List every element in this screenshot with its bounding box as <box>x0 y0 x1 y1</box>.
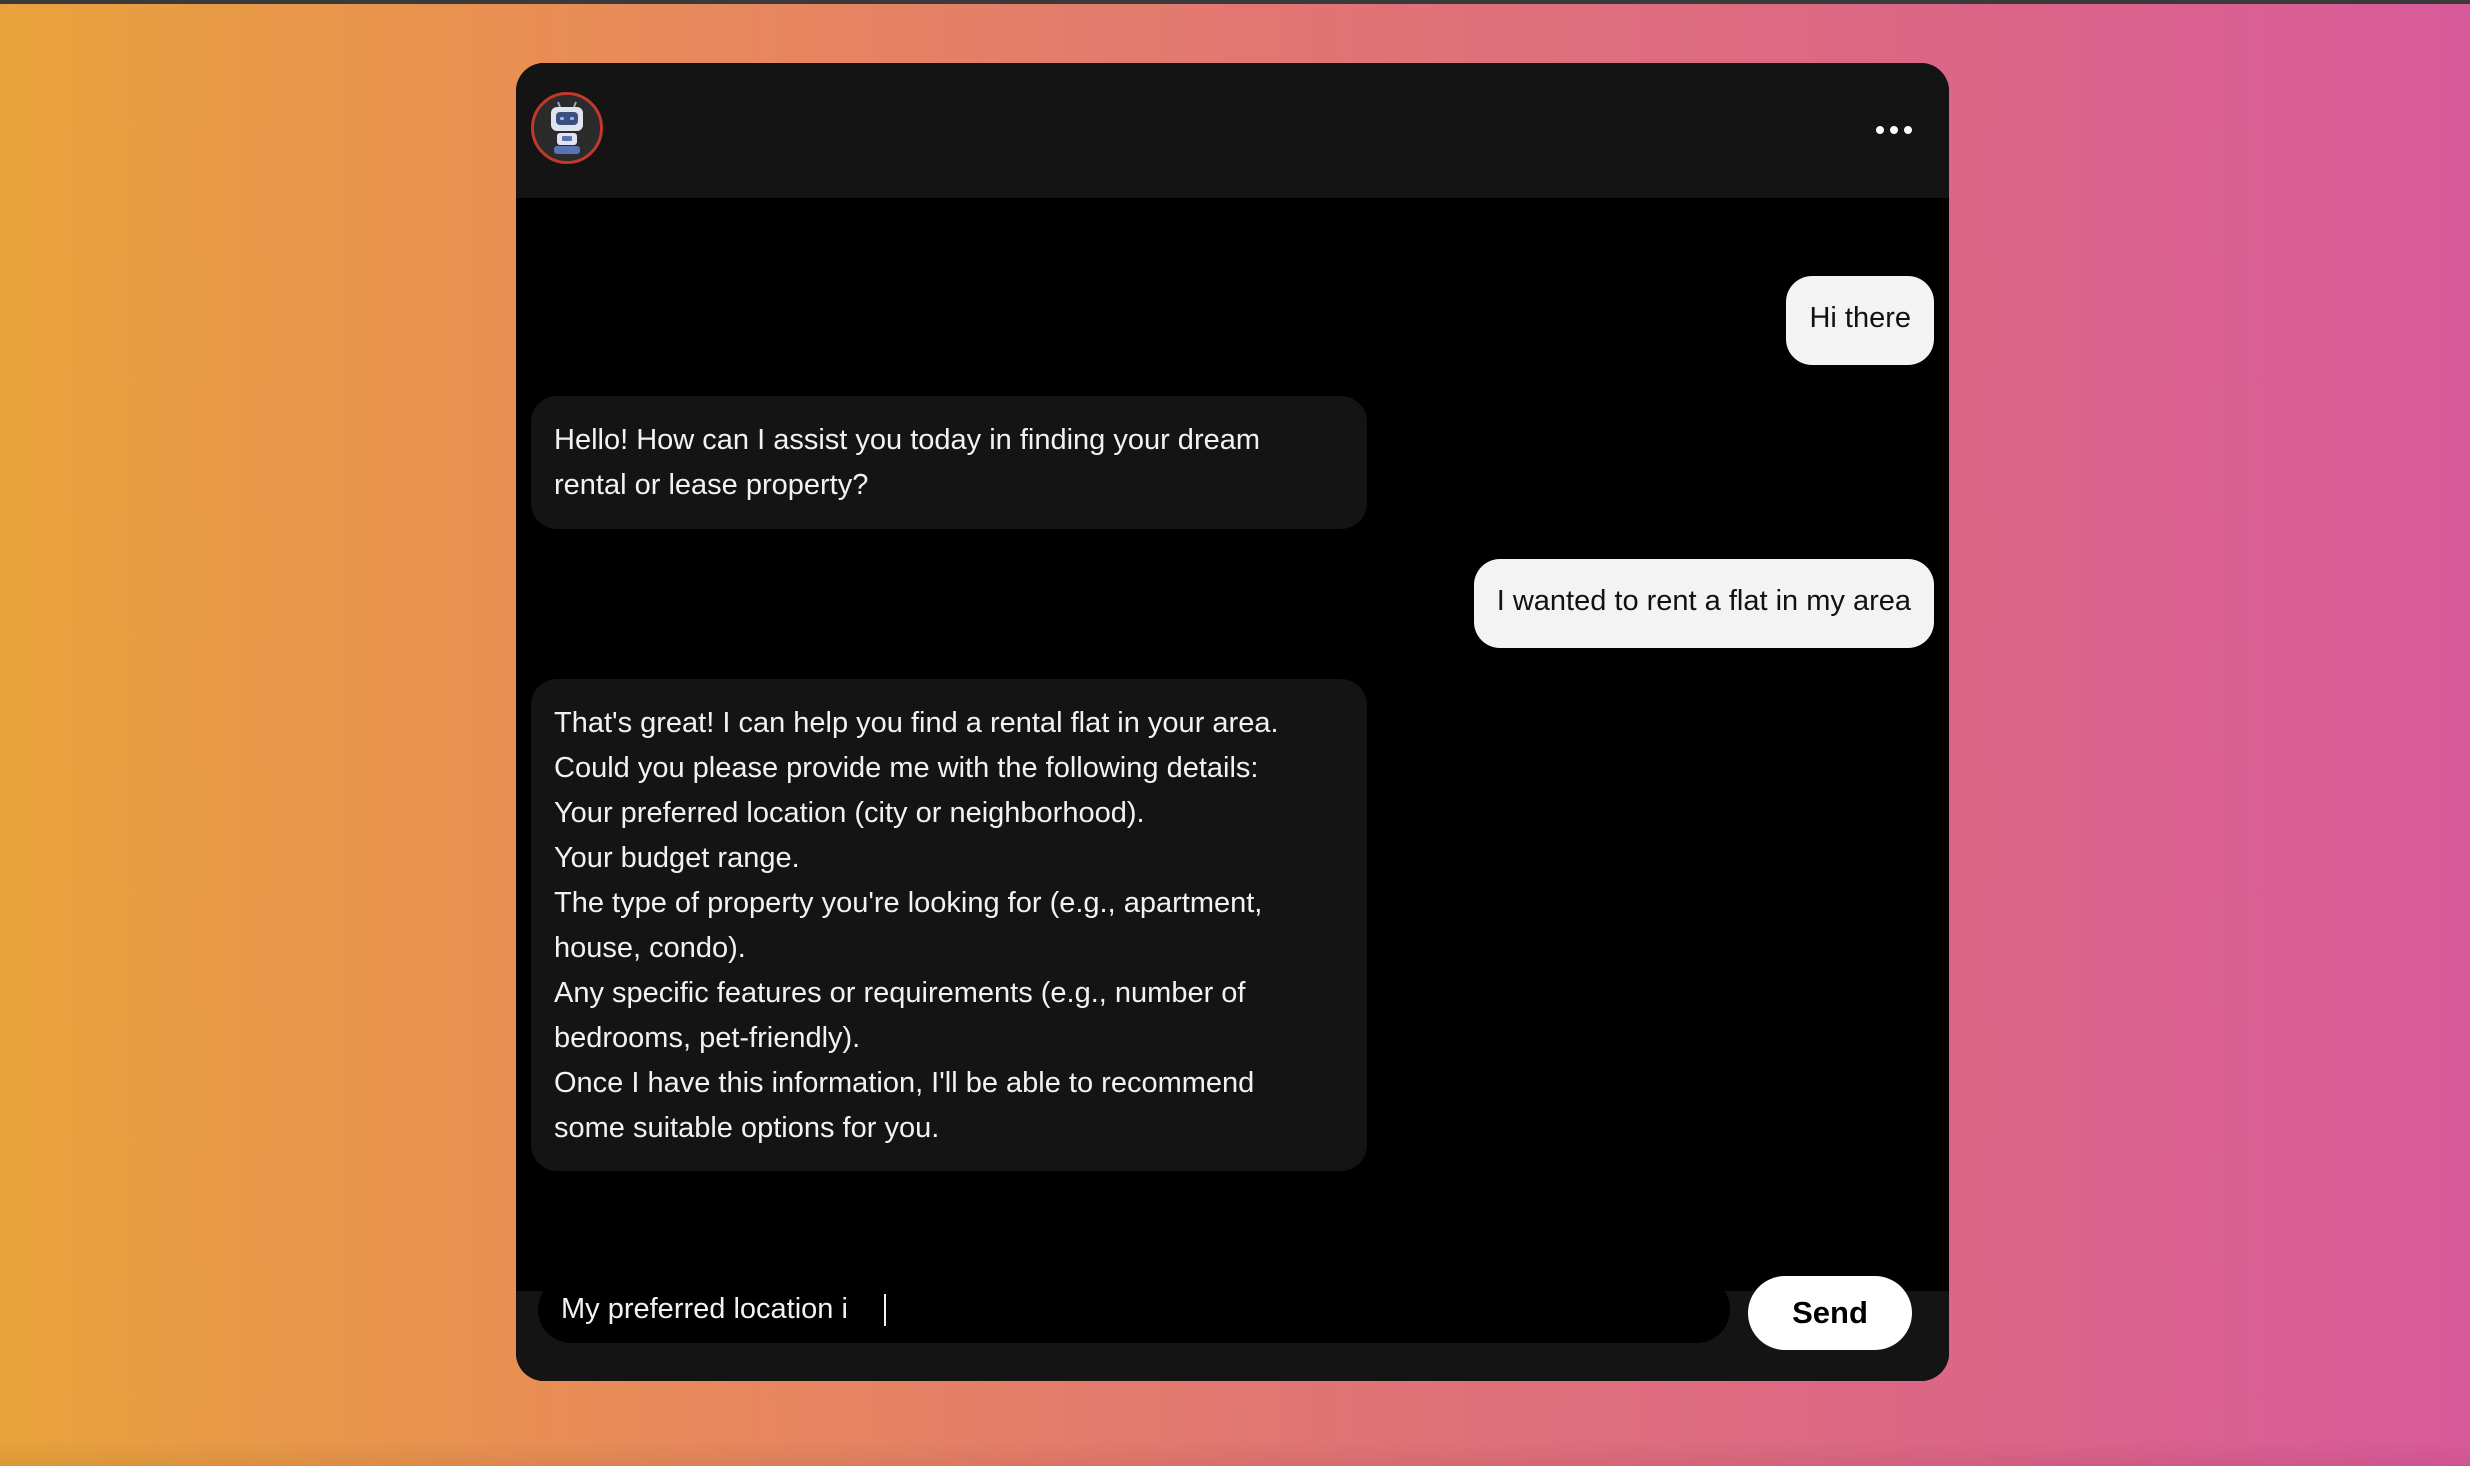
chat-header <box>516 63 1949 198</box>
user-message: Hi there <box>1786 276 1934 365</box>
message-list: Hi there Hello! How can I assist you tod… <box>516 198 1949 1308</box>
robot-icon[interactable] <box>531 92 603 164</box>
bot-message-line: That's great! I can help you find a rent… <box>554 707 1279 739</box>
menu-dot <box>1904 126 1912 134</box>
bot-message-line: Could you please provide me with the fol… <box>554 752 1259 784</box>
bot-message-line: Once I have this information, I'll be ab… <box>554 1067 1255 1099</box>
bot-message: That's great! I can help you find a rent… <box>531 679 1367 1171</box>
bot-message-line: bedrooms, pet-friendly). <box>554 1022 861 1054</box>
chat-window: Hi there Hello! How can I assist you tod… <box>516 63 1949 1381</box>
menu-dot <box>1890 126 1898 134</box>
message-input-container[interactable] <box>538 1276 1730 1343</box>
bot-message: Hello! How can I assist you today in fin… <box>531 396 1367 529</box>
bottom-shade <box>0 1440 2470 1466</box>
bot-message-line: The type of property you're looking for … <box>554 887 1263 919</box>
window-top-edge <box>0 0 2470 4</box>
menu-dot <box>1876 126 1884 134</box>
bot-message-line: Any specific features or requirements (e… <box>554 977 1246 1009</box>
bot-message-line: Your preferred location (city or neighbo… <box>554 797 1145 829</box>
bot-message-line: some suitable options for you. <box>554 1112 940 1144</box>
text-caret <box>884 1294 886 1326</box>
bot-message-line: house, condo). <box>554 932 746 964</box>
user-message: I wanted to rent a flat in my area <box>1473 559 1934 648</box>
more-options-icon[interactable] <box>1866 110 1922 150</box>
send-button[interactable]: Send <box>1748 1276 1912 1350</box>
bot-message-line: rental or lease property? <box>554 469 869 501</box>
bot-message-line: Hello! How can I assist you today in fin… <box>554 424 1261 456</box>
message-input[interactable] <box>538 1276 1730 1343</box>
bot-message-line: Your budget range. <box>554 842 800 874</box>
